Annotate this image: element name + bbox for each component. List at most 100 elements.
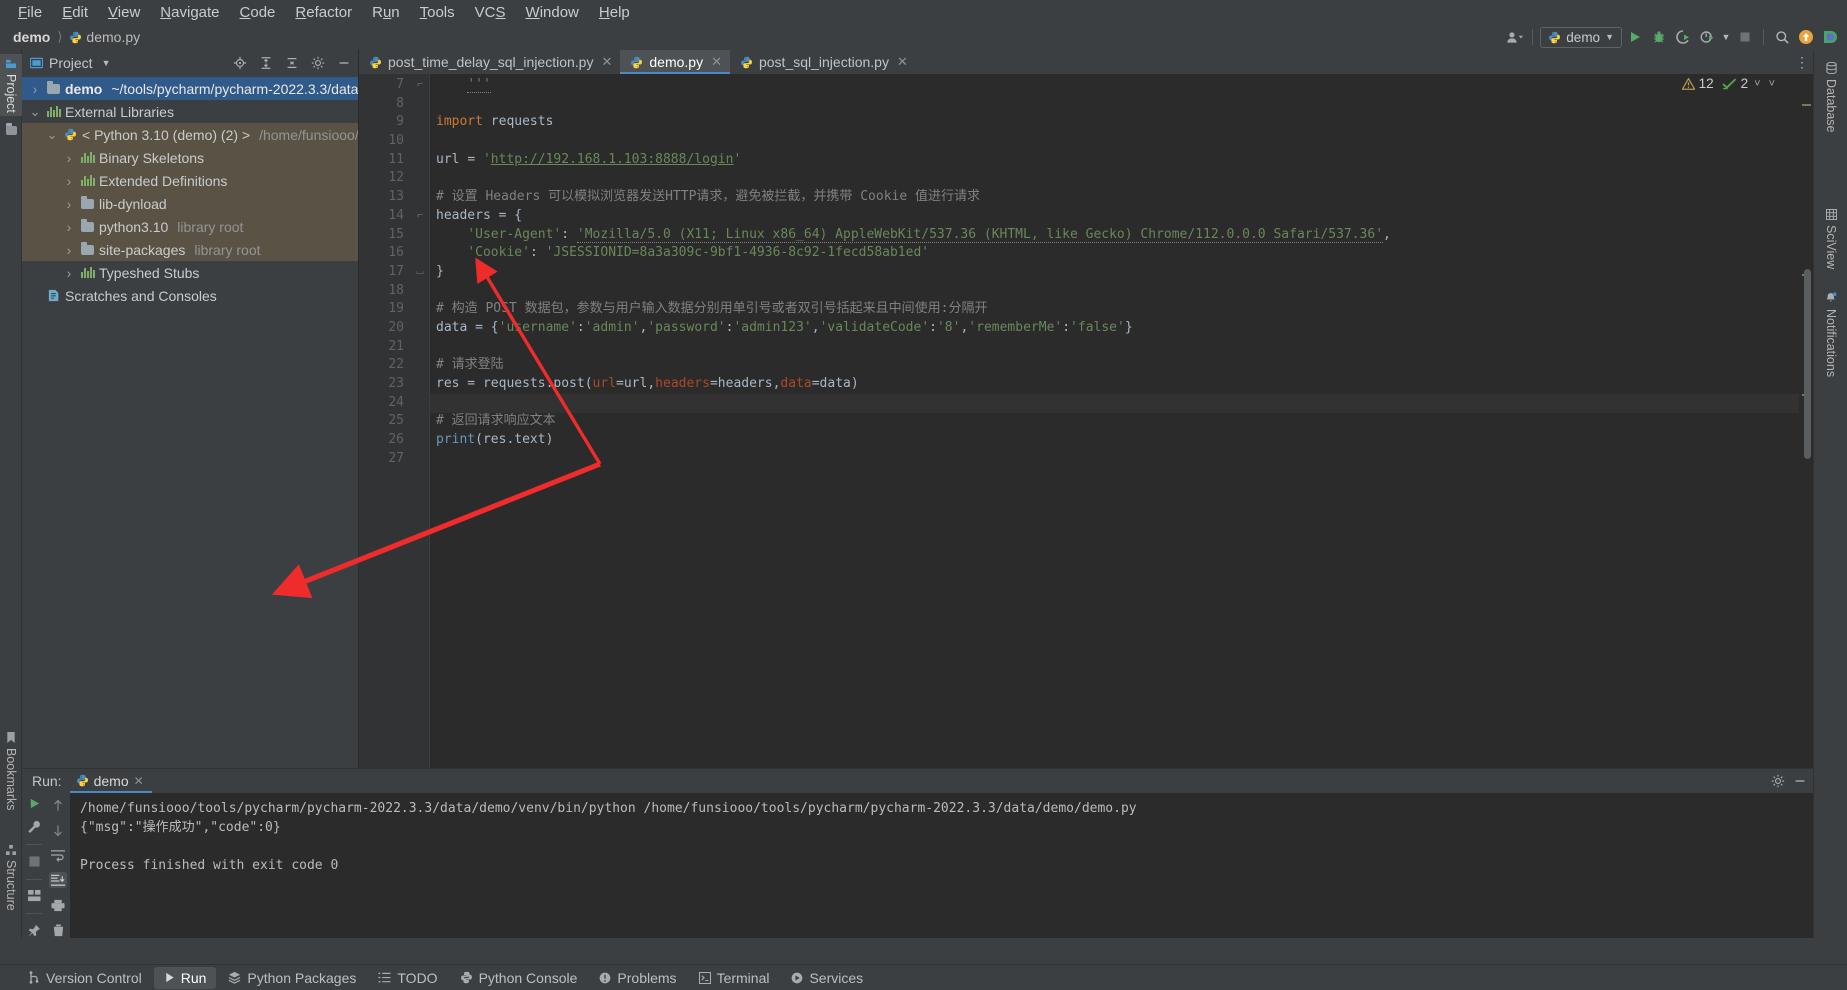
code-line[interactable]: # 构造 POST 数据包，参数与用户输入数据分别用单引号或者双引号括起来且中间… [430,300,1813,319]
project-folder-icon-button[interactable] [0,122,22,146]
chevron-down-icon[interactable]: ▼ [99,58,111,68]
editor-tab[interactable]: post_time_delay_sql_injection.py ✕ [359,50,620,74]
tree-row[interactable]: › python3.10 library root [22,215,358,238]
menu-item-window[interactable]: Window [516,2,589,23]
wrench-icon[interactable] [25,820,43,834]
user-avatar-icon[interactable] [1503,26,1525,48]
editor-marker[interactable] [1802,104,1811,106]
code-line[interactable] [430,282,1813,301]
expand-all-icon[interactable] [256,53,276,73]
status-bar-item-services[interactable]: Services [781,967,873,989]
close-icon[interactable]: ✕ [709,54,722,70]
tree-row[interactable]: › site-packages library root [22,238,358,261]
code-line[interactable] [430,95,1813,114]
settings-icon[interactable] [308,53,328,73]
code-line[interactable]: res = requests.post(url=url,headers=head… [430,375,1813,394]
tree-row[interactable]: ⌄ External Libraries [22,100,358,123]
code-line[interactable] [430,450,1813,469]
status-bar-item-python-console[interactable]: Python Console [450,967,588,989]
scroll-to-end-icon[interactable] [49,872,67,888]
menu-item-refactor[interactable]: Refactor [285,2,362,23]
code-fold-marker[interactable]: ⌐ [411,207,429,226]
close-icon[interactable]: ✕ [599,54,612,70]
code-line[interactable]: headers = { [430,207,1813,226]
code-line[interactable]: url = 'http://192.168.1.103:8888/login' [430,151,1813,170]
settings-icon[interactable] [1771,774,1785,788]
tree-row[interactable]: › lib-dynload [22,192,358,215]
chevron-down-icon[interactable]: ⌄ [45,128,59,141]
stop-icon[interactable] [1734,26,1756,48]
code-line[interactable]: # 请求登陆 [430,356,1813,375]
tree-row[interactable]: Scratches and Consoles [22,284,358,307]
code-line[interactable]: } [430,263,1813,282]
menu-item-code[interactable]: Code [230,2,286,23]
up-arrow-icon[interactable] [49,797,67,813]
locate-icon[interactable] [230,53,250,73]
chevron-down-icon[interactable]: ▼ [1720,26,1732,48]
menu-item-help[interactable]: Help [589,2,640,23]
sidebar-item-structure[interactable]: Structure [0,840,22,932]
editor-marker-track[interactable] [1799,74,1813,768]
tree-row[interactable]: › Extended Definitions [22,169,358,192]
menu-item-navigate[interactable]: Navigate [150,2,229,23]
tree-row[interactable]: › Typeshed Stubs [22,261,358,284]
close-icon[interactable]: ✕ [134,774,144,788]
project-title-group[interactable]: Project ▼ [30,55,111,71]
code-line[interactable]: # 返回请求响应文本 [430,412,1813,431]
code-line[interactable]: ''' [430,76,1813,95]
code-line[interactable] [430,338,1813,357]
debug-icon[interactable] [1648,26,1670,48]
hide-icon[interactable] [334,53,354,73]
run-tab-demo[interactable]: demo ✕ [69,771,152,793]
code-line[interactable]: data = {'username':'admin','password':'a… [430,319,1813,338]
menu-bar[interactable]: File Edit View Navigate Code Refactor Run Tools… [0,0,1847,24]
code-line[interactable] [430,132,1813,151]
tree-row[interactable]: ⌄ < Python 3.10 (demo) (2) > /home/funsioo… [22,123,358,146]
sidebar-item-notifications[interactable]: Notifications [1820,288,1842,438]
chevron-right-icon[interactable]: › [62,173,76,189]
run-configuration-selector[interactable]: demo ▼ [1540,26,1622,48]
run-icon[interactable] [1624,26,1646,48]
status-bar-item-python-packages[interactable]: Python Packages [218,967,366,989]
inspection-widget[interactable]: 12 2 ˅ ˅ [1681,76,1777,91]
menu-item-tools[interactable]: Tools [410,2,465,23]
breadcrumb-file[interactable]: demo.py [64,28,145,46]
soft-wrap-icon[interactable] [49,847,67,863]
chevron-right-icon[interactable]: › [62,196,76,212]
code-line[interactable]: # 设置 Headers 可以模拟浏览器发送HTTP请求，避免被拦截，并携带 C… [430,188,1813,207]
code-line[interactable]: import requests [430,113,1813,132]
code-folding-column[interactable]: ⌐ ⌐ ⌴ [411,74,429,768]
down-arrow-icon[interactable] [49,822,67,838]
chevron-down-icon[interactable]: ⌄ [28,105,42,118]
menu-item-file[interactable]: File [8,2,52,23]
layout-icon[interactable] [25,889,43,903]
editor-tab[interactable]: demo.py ✕ [620,50,730,74]
chevron-down-icon[interactable]: ˅ [1767,78,1777,90]
stop-icon[interactable] [25,855,43,869]
chevron-right-icon[interactable]: › [62,219,76,235]
update-icon[interactable] [1795,26,1817,48]
editor-tab[interactable]: post_sql_injection.py ✕ [730,50,916,74]
ai-assistant-icon[interactable] [1819,26,1841,48]
pin-icon[interactable] [25,924,43,938]
tree-row[interactable]: › demo ~/tools/pycharm/pycharm-2022.3.3/da… [22,77,358,100]
sidebar-item-bookmarks[interactable]: Bookmarks [0,728,22,826]
menu-item-edit[interactable]: Edit [52,2,98,23]
hide-icon[interactable] [1793,774,1807,788]
sidebar-item-database[interactable]: Database [1820,58,1842,176]
code-line[interactable]: 'Cookie': 'JSESSIONID=8a3a309c-9bf1-4936… [430,244,1813,263]
tree-row[interactable]: › Binary Skeletons [22,146,358,169]
collapse-all-icon[interactable] [282,53,302,73]
chevron-right-icon[interactable]: › [62,242,76,258]
status-bar-item-problems[interactable]: Problems [589,967,686,989]
code-editor[interactable]: 7 8 9 10 11 12 13 14 15 16 17 18 19 20 21 22 23 24 25 26 27 … [359,74,1813,768]
status-bar-item-terminal[interactable]: Terminal [689,967,780,989]
sidebar-item-project[interactable]: Project [0,54,22,116]
code-fold-marker[interactable]: ⌐ [411,76,429,95]
status-bar-item-version-control[interactable]: Version Control [18,967,152,989]
code-fold-marker[interactable]: ⌴ [411,263,429,282]
chevron-right-icon[interactable]: › [28,81,42,97]
search-icon[interactable] [1771,26,1793,48]
menu-item-vcs[interactable]: VCS [465,2,516,23]
breadcrumb-project[interactable]: demo [8,28,55,46]
